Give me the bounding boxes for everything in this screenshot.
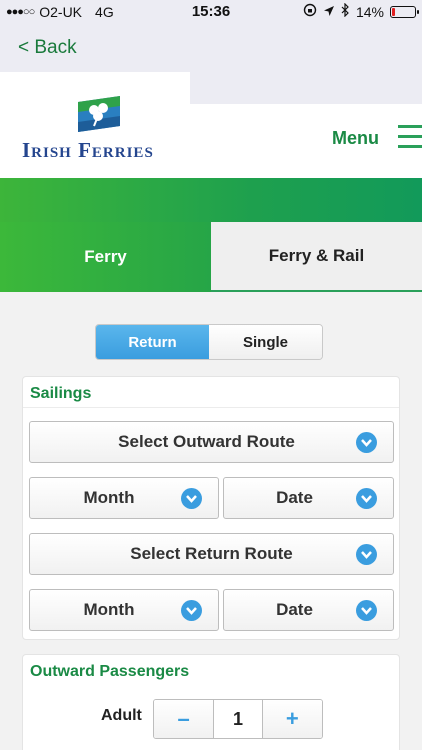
chevron-down-icon: [356, 432, 377, 453]
chevron-down-icon: [356, 600, 377, 621]
return-month-select[interactable]: Month: [29, 589, 219, 631]
navigation-bar: < Back: [0, 24, 422, 72]
sailings-card: Sailings Select Outward Route Month Date…: [22, 376, 400, 640]
outward-route-label: Select Outward Route: [118, 432, 295, 451]
menu-label[interactable]: Menu: [332, 128, 379, 149]
decrement-button[interactable]: –: [154, 700, 214, 738]
return-route-select[interactable]: Select Return Route: [29, 533, 394, 575]
return-route-label: Select Return Route: [130, 544, 293, 563]
single-option[interactable]: Single: [209, 325, 322, 359]
return-date-select[interactable]: Date: [223, 589, 394, 631]
logo-text: Irish Ferries: [22, 138, 154, 162]
adult-quantity-stepper: – 1 +: [153, 699, 323, 739]
adult-count: 1: [213, 700, 263, 738]
chevron-down-icon: [356, 544, 377, 565]
battery-percent: 14%: [355, 3, 384, 20]
irish-ferries-logo[interactable]: Irish Ferries: [22, 94, 182, 164]
outward-month-label: Month: [83, 488, 135, 507]
outward-month-select[interactable]: Month: [29, 477, 219, 519]
shamrock-flag-icon: [78, 96, 120, 132]
outward-passengers-title: Outward Passengers: [30, 663, 190, 680]
header-strip: [190, 72, 422, 104]
outward-date-label: Date: [276, 488, 313, 507]
bluetooth-icon: [341, 2, 350, 20]
return-date-label: Date: [276, 600, 313, 619]
status-bar: ●●●○○ O2-UK 4G 15:36 14%: [0, 0, 422, 24]
back-button[interactable]: < Back: [18, 37, 77, 59]
tab-ferry[interactable]: Ferry: [0, 222, 211, 292]
divider: [23, 407, 399, 408]
outward-passengers-card: Outward Passengers Adult – 1 +: [22, 654, 400, 750]
adult-label: Adult: [101, 707, 142, 724]
adult-row: Adult – 1 +: [23, 699, 399, 739]
orientation-lock-icon: [303, 3, 317, 20]
sailings-title: Sailings: [30, 385, 92, 402]
battery-fill: [392, 7, 396, 16]
return-month-label: Month: [83, 600, 135, 619]
trip-type-toggle: Return Single: [95, 324, 323, 360]
outward-route-select[interactable]: Select Outward Route: [29, 421, 394, 463]
booking-tabs: Ferry Ferry & Rail: [0, 222, 422, 292]
hamburger-menu-icon[interactable]: [398, 125, 422, 149]
increment-button[interactable]: +: [262, 700, 322, 738]
return-option[interactable]: Return: [96, 325, 209, 359]
chevron-down-icon: [181, 488, 202, 509]
site-header: Irish Ferries Menu: [0, 72, 422, 178]
tab-ferry-rail[interactable]: Ferry & Rail: [211, 222, 422, 292]
outward-date-select[interactable]: Date: [223, 477, 394, 519]
chevron-down-icon: [181, 600, 202, 621]
location-arrow-icon: [323, 4, 335, 20]
green-banner: [0, 178, 422, 222]
chevron-down-icon: [356, 488, 377, 509]
status-right: 14%: [303, 2, 419, 20]
battery-icon: [390, 5, 419, 18]
